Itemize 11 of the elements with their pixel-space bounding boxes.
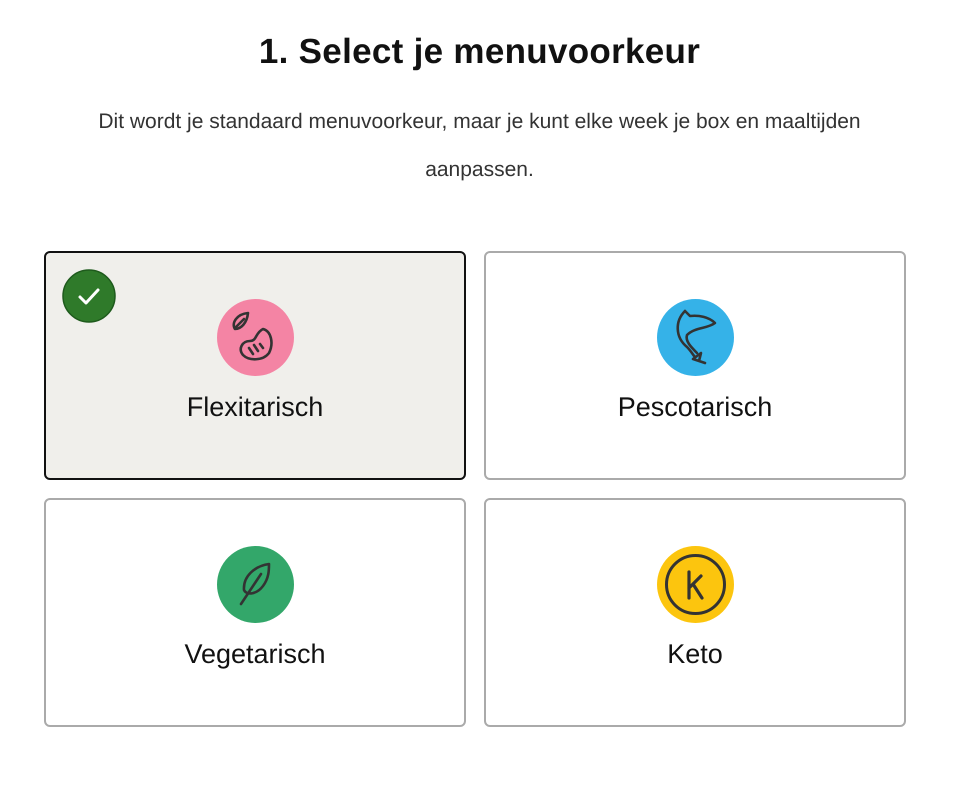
menu-option-card[interactable]: Flexitarisch [44, 251, 466, 480]
option-label: Keto [667, 639, 723, 670]
description-text: Dit wordt je standaard menuvoorkeur, maar je kunt elke week je box en maaltijden aanpassen. [97, 109, 862, 183]
check-icon [62, 269, 116, 323]
option-label: Pescotarisch [618, 392, 772, 423]
option-label: Flexitarisch [186, 392, 324, 423]
menu-option-card[interactable]: Pescotarisch [484, 251, 906, 480]
menu-option-card[interactable]: Keto [484, 498, 906, 727]
page-title: 1. Select je menuvoorkeur [258, 32, 700, 72]
menu-option-card[interactable]: Vegetarisch [44, 498, 466, 727]
option-label: Vegetarisch [184, 639, 326, 670]
